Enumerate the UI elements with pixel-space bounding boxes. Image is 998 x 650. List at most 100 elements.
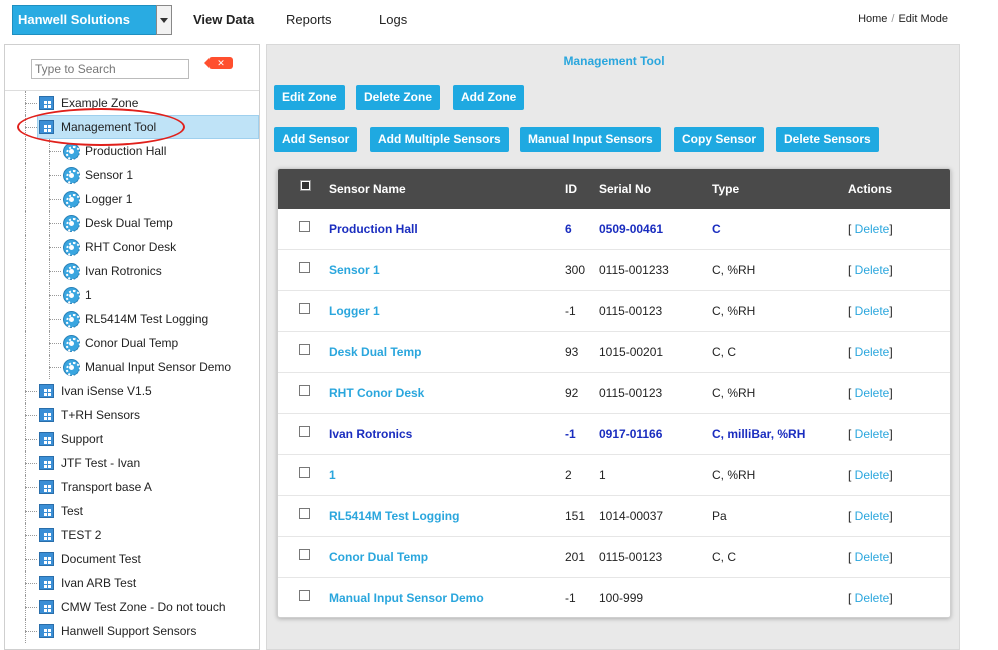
tree-item-label: Manual Input Sensor Demo: [85, 360, 232, 374]
tree-item-label: Transport base A: [61, 480, 152, 494]
breadcrumb-edit-mode[interactable]: Edit Mode: [898, 13, 948, 25]
row-checkbox[interactable]: [299, 590, 310, 601]
clear-search-icon[interactable]: ✕: [204, 57, 233, 69]
table-row: RHT Conor Desk 92 0115-00123 C, %RH [ Delete…: [278, 373, 950, 414]
sensor-name-link[interactable]: Production Hall: [329, 222, 418, 236]
row-checkbox[interactable]: [299, 467, 310, 478]
sensor-name-link[interactable]: Sensor 1: [329, 263, 380, 277]
sensor-id: 2: [565, 468, 572, 482]
tree-item-label: JTF Test - Ivan: [61, 456, 141, 470]
tree-item-sensor[interactable]: Ivan Rotronics: [5, 259, 259, 283]
sensor-id: 92: [565, 386, 579, 400]
sensor-name-link[interactable]: 1: [329, 468, 336, 482]
tree-item-zone[interactable]: Transport base A: [5, 475, 259, 499]
tree-item-zone[interactable]: JTF Test - Ivan: [5, 451, 259, 475]
sensor-icon: [63, 311, 81, 329]
delete-link[interactable]: Delete: [855, 222, 890, 236]
row-actions: [ Delete]: [848, 263, 893, 277]
row-checkbox[interactable]: [299, 303, 310, 314]
delete-zone-button[interactable]: Delete Zone: [356, 85, 441, 110]
delete-link[interactable]: Delete: [855, 468, 890, 482]
delete-link[interactable]: Delete: [855, 304, 890, 318]
zone-grid-icon: [39, 552, 54, 566]
sensor-name-link[interactable]: Desk Dual Temp: [329, 345, 421, 359]
add-sensor-button[interactable]: Add Sensor: [274, 127, 358, 152]
sensor-icon: [63, 239, 81, 257]
row-checkbox[interactable]: [299, 262, 310, 273]
sensor-name-link[interactable]: RL5414M Test Logging: [329, 509, 459, 523]
sensor-id: 300: [565, 263, 586, 277]
table-row: Ivan Rotronics -1 0917-01166 C, milliBar, %…: [278, 414, 950, 455]
zone-grid-icon: [39, 504, 54, 518]
sensor-name-link[interactable]: Logger 1: [329, 304, 380, 318]
sensor-name-link[interactable]: Ivan Rotronics: [329, 427, 412, 441]
tree-item-zone[interactable]: Ivan iSense V1.5: [5, 379, 259, 403]
row-checkbox[interactable]: [299, 221, 310, 232]
manual-input-sensors-button[interactable]: Manual Input Sensors: [520, 127, 661, 152]
tree-item-label: Hanwell Support Sensors: [61, 624, 197, 638]
sensor-serial: 1: [599, 468, 606, 482]
copy-sensor-button[interactable]: Copy Sensor: [674, 127, 765, 152]
delete-link[interactable]: Delete: [855, 591, 890, 605]
sensor-icon: [63, 287, 81, 305]
row-checkbox[interactable]: [299, 549, 310, 560]
delete-link[interactable]: Delete: [855, 427, 890, 441]
chevron-down-icon[interactable]: [156, 5, 172, 35]
tree-item-zone[interactable]: Ivan ARB Test: [5, 571, 259, 595]
tree-item-zone[interactable]: Hanwell Support Sensors: [5, 619, 259, 643]
tree-item-sensor[interactable]: RHT Conor Desk: [5, 235, 259, 259]
tree-item-label: TEST 2: [61, 528, 102, 542]
select-all-checkbox[interactable]: [300, 180, 311, 191]
delete-link[interactable]: Delete: [855, 345, 890, 359]
row-checkbox[interactable]: [299, 426, 310, 437]
tree-item-zone[interactable]: T+RH Sensors: [5, 403, 259, 427]
tree-item-label: RHT Conor Desk: [85, 240, 177, 254]
edit-zone-button[interactable]: Edit Zone: [274, 85, 345, 110]
table-row: Manual Input Sensor Demo -1 100-999 [ Delet…: [278, 578, 950, 617]
tree-item-zone[interactable]: CMW Test Zone - Do not touch: [5, 595, 259, 619]
row-actions: [ Delete]: [848, 304, 893, 318]
company-selector[interactable]: Hanwell Solutions: [12, 5, 172, 35]
tree-item-sensor[interactable]: RL5414M Test Logging: [5, 307, 259, 331]
breadcrumb-home[interactable]: Home: [858, 13, 887, 25]
sensor-name-link[interactable]: Conor Dual Temp: [329, 550, 428, 564]
zone-grid-icon: [39, 96, 54, 110]
zone-grid-icon: [39, 480, 54, 494]
add-zone-button[interactable]: Add Zone: [453, 85, 525, 110]
delete-link[interactable]: Delete: [855, 509, 890, 523]
nav-logs[interactable]: Logs: [379, 12, 407, 27]
add-multiple-sensors-button[interactable]: Add Multiple Sensors: [370, 127, 509, 152]
col-id: ID: [565, 182, 577, 196]
nav-reports[interactable]: Reports: [286, 12, 332, 27]
tree-item-sensor[interactable]: Manual Input Sensor Demo: [5, 355, 259, 379]
delete-link[interactable]: Delete: [855, 386, 890, 400]
tree-item-zone[interactable]: Document Test: [5, 547, 259, 571]
tree-item-sensor[interactable]: Logger 1: [5, 187, 259, 211]
sensor-id: -1: [565, 304, 576, 318]
row-checkbox[interactable]: [299, 385, 310, 396]
sensor-name-link[interactable]: Manual Input Sensor Demo: [329, 591, 484, 605]
sensor-icon: [63, 263, 81, 281]
tree-item-sensor[interactable]: Desk Dual Temp: [5, 211, 259, 235]
sensor-icon: [63, 359, 81, 377]
tree-item-sensor[interactable]: Sensor 1: [5, 163, 259, 187]
row-checkbox[interactable]: [299, 508, 310, 519]
tree-item-label: Sensor 1: [85, 168, 134, 182]
delete-sensors-button[interactable]: Delete Sensors: [776, 127, 879, 152]
delete-link[interactable]: Delete: [855, 550, 890, 564]
tree-item-zone[interactable]: TEST 2: [5, 523, 259, 547]
sensor-icon: [63, 335, 81, 353]
zone-grid-icon: [39, 408, 54, 422]
tree-item-sensor[interactable]: 1: [5, 283, 259, 307]
delete-link[interactable]: Delete: [855, 263, 890, 277]
tree-item-sensor[interactable]: Conor Dual Temp: [5, 331, 259, 355]
nav-view-data[interactable]: View Data: [193, 12, 254, 27]
tree-item-label: T+RH Sensors: [61, 408, 141, 422]
sensor-icon: [63, 191, 81, 209]
tree-item-zone[interactable]: Support: [5, 427, 259, 451]
tree-item-zone[interactable]: Test: [5, 499, 259, 523]
row-checkbox[interactable]: [299, 344, 310, 355]
search-input[interactable]: [31, 59, 189, 79]
sensor-name-link[interactable]: RHT Conor Desk: [329, 386, 424, 400]
zone-grid-icon: [39, 624, 54, 638]
